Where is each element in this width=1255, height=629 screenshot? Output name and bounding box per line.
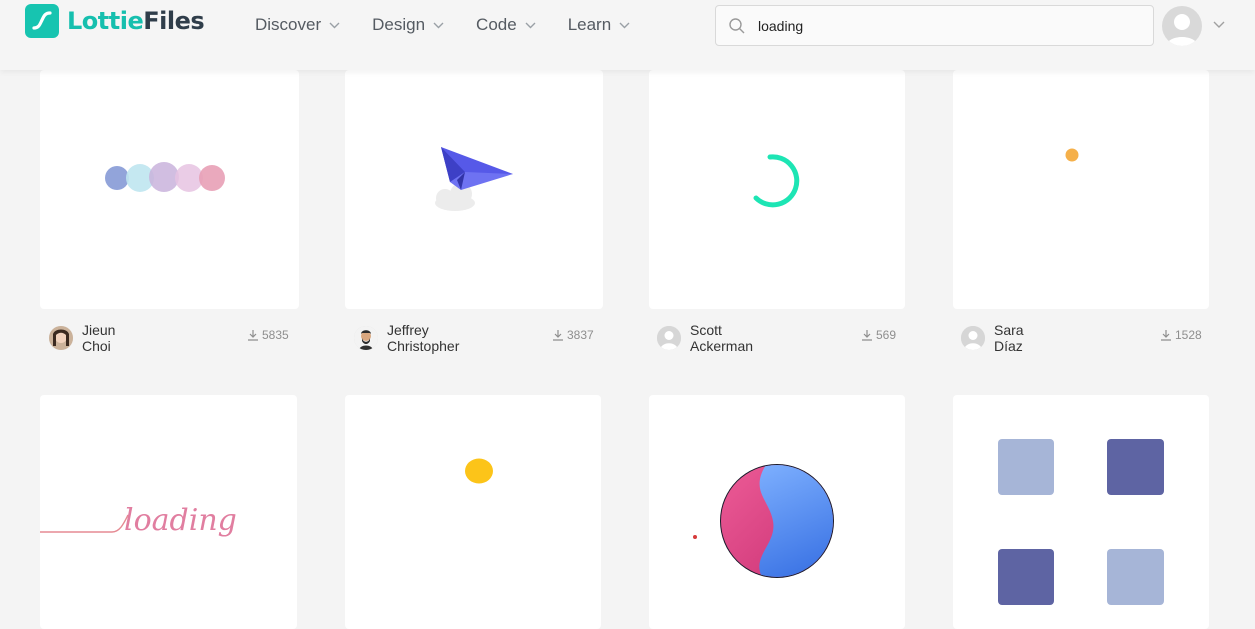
author-avatar (49, 326, 73, 350)
nav-code-label: Code (476, 15, 517, 34)
chevron-down-icon[interactable] (1213, 21, 1225, 29)
author-avatar (657, 326, 681, 350)
download-icon (861, 329, 873, 341)
download-icon (247, 329, 259, 341)
author-info[interactable]: Sara Díaz (961, 322, 1024, 354)
user-avatar-icon (1166, 14, 1198, 46)
nav-code[interactable]: Code (476, 14, 536, 36)
blue-pink-sphere-animation (693, 464, 834, 578)
loading-handwriting-animation: loading (40, 503, 237, 538)
animation-preview[interactable] (345, 395, 601, 629)
green-spinner-arc-animation (753, 154, 800, 208)
animation-preview[interactable] (649, 70, 905, 309)
download-count: 3837 (552, 328, 594, 342)
author-info[interactable]: Scott Ackerman (657, 322, 753, 354)
lottiefiles-logo[interactable]: LottieFiles (25, 4, 205, 38)
chevron-down-icon (433, 22, 444, 29)
download-count-value: 3837 (567, 328, 594, 342)
logo-wordmark: LottieFiles (67, 4, 205, 38)
author-info[interactable]: Jieun Choi (49, 322, 115, 354)
download-count-value: 1528 (1175, 328, 1202, 342)
author-name: Jeffrey Christopher (387, 322, 460, 354)
chevron-down-icon (329, 22, 340, 29)
download-count: 1528 (1160, 328, 1202, 342)
author-name: Sara Díaz (994, 322, 1024, 354)
animation-preview[interactable]: loading (40, 395, 297, 629)
download-count-value: 569 (876, 328, 897, 342)
four-squares-animation (998, 439, 1164, 605)
logo-wordmark-part2: Files (143, 7, 205, 35)
paper-plane-animation (435, 147, 513, 211)
search-icon (728, 17, 746, 35)
nav-discover-label: Discover (255, 15, 322, 34)
chevron-down-icon (525, 22, 536, 29)
nav-learn-label: Learn (567, 15, 612, 34)
search-input[interactable] (756, 16, 1126, 35)
download-count-value: 5835 (262, 328, 289, 342)
animation-preview[interactable] (40, 70, 299, 309)
author-avatar (354, 326, 378, 350)
download-icon (552, 329, 564, 341)
download-count: 5835 (247, 328, 289, 342)
orange-dot-animation (1065, 148, 1079, 162)
author-name: Jieun Choi (82, 322, 116, 354)
user-avatar-button[interactable] (1162, 6, 1202, 46)
author-avatar (961, 326, 985, 350)
loading-handwriting-text: loading (124, 503, 237, 538)
logo-wordmark-part1: Lottie (67, 7, 144, 35)
search-box (715, 5, 1154, 46)
yellow-blob-animation (465, 458, 493, 484)
nav-design-label: Design (372, 15, 426, 34)
download-count: 569 (861, 328, 896, 342)
main-nav: Discover Design Code Learn (255, 14, 662, 36)
author-name: Scott Ackerman (690, 322, 754, 354)
author-info[interactable]: Jeffrey Christopher (354, 322, 459, 354)
animation-preview[interactable] (649, 395, 905, 629)
chevron-down-icon (619, 22, 630, 29)
download-icon (1160, 329, 1172, 341)
nav-discover[interactable]: Discover (255, 14, 340, 36)
animation-preview[interactable] (345, 70, 603, 309)
colored-dots-animation (105, 162, 225, 192)
animation-preview[interactable] (953, 395, 1209, 629)
nav-design[interactable]: Design (372, 14, 444, 36)
animation-preview[interactable] (953, 70, 1209, 309)
top-navbar: LottieFiles Discover Design Code Learn (0, 0, 1255, 70)
lottiefiles-logo-icon (25, 4, 59, 38)
nav-learn[interactable]: Learn (568, 14, 630, 36)
